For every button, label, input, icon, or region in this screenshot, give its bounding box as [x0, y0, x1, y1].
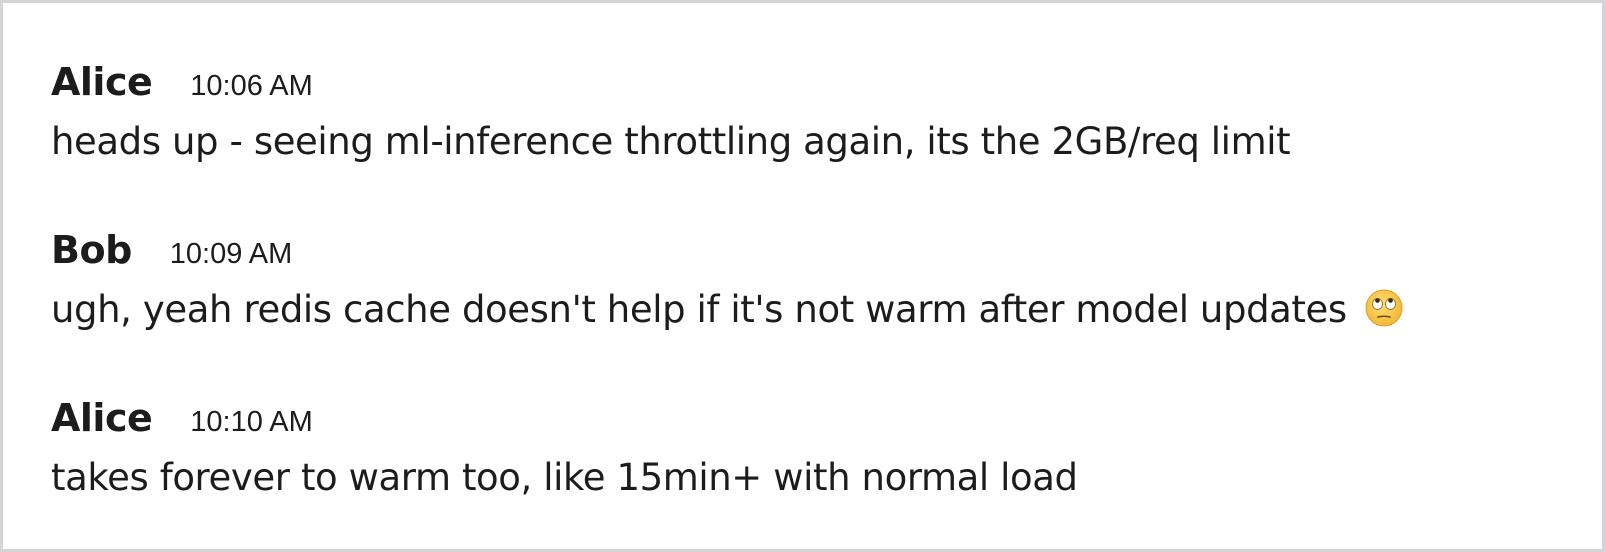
message[interactable]: Alice 10:10 AM takes forever to warm too…	[51, 394, 1554, 502]
message-pane: Alice 10:06 AM heads up - seeing ml-infe…	[0, 0, 1605, 552]
message-header: Alice 10:06 AM	[51, 58, 1554, 106]
message-author[interactable]: Bob	[51, 226, 132, 274]
message-author[interactable]: Alice	[51, 394, 153, 442]
message-timestamp[interactable]: 10:06 AM	[190, 62, 313, 110]
message-text: takes forever to warm too, like 15min+ w…	[51, 456, 1078, 499]
message-author[interactable]: Alice	[51, 58, 153, 106]
message-text-row: ugh, yeah redis cache doesn't help if it…	[51, 286, 1554, 334]
message-header: Bob 10:09 AM	[51, 226, 1554, 274]
message-header: Alice 10:10 AM	[51, 394, 1554, 442]
message-timestamp[interactable]: 10:09 AM	[170, 230, 293, 278]
face-with-rolling-eyes-emoji	[1365, 289, 1403, 327]
message-timestamp[interactable]: 10:10 AM	[190, 398, 313, 446]
message-text: heads up - seeing ml-inference throttlin…	[51, 120, 1291, 163]
message[interactable]: Alice 10:06 AM heads up - seeing ml-infe…	[51, 58, 1554, 166]
message-text: ugh, yeah redis cache doesn't help if it…	[51, 288, 1347, 331]
message[interactable]: Bob 10:09 AM ugh, yeah redis cache doesn…	[51, 226, 1554, 334]
